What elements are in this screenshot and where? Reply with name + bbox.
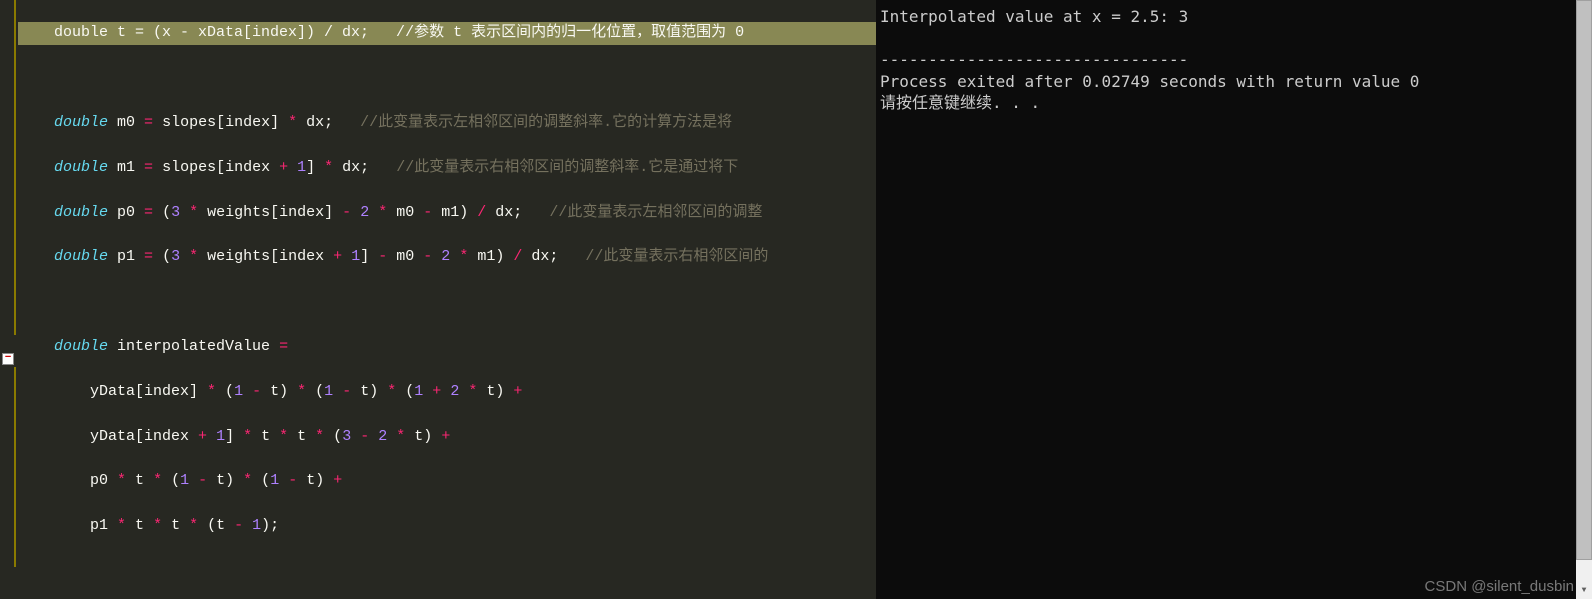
code-line: yData[index] * (1 - t) * (1 - t) * (1 + …	[18, 381, 876, 403]
code-line: p1 * t * t * (t - 1);	[18, 515, 876, 537]
code-line: double m0 = slopes[index] * dx; //此变量表示左…	[18, 112, 876, 134]
terminal-output-pane[interactable]: Interpolated value at x = 2.5: 3 -------…	[876, 0, 1576, 599]
bracket-guide	[14, 367, 16, 567]
code-editor-pane[interactable]: − double t = (x - xData[index]) / dx; //…	[0, 0, 876, 599]
code-line: p0 * t * (1 - t) * (1 - t) +	[18, 470, 876, 492]
scroll-thumb[interactable]	[1576, 0, 1592, 560]
code-line: double p1 = (3 * weights[index + 1] - m0…	[18, 246, 876, 268]
code-area[interactable]: double t = (x - xData[index]) / dx; //参数…	[18, 0, 876, 599]
watermark-text: CSDN @silent_dusbin	[1425, 578, 1574, 595]
code-line: yData[index + 1] * t * t * (3 - 2 * t) +	[18, 426, 876, 448]
vertical-scrollbar[interactable]: ▲ ▼	[1576, 0, 1592, 599]
highlighted-line: double t = (x - xData[index]) / dx; //参数…	[18, 22, 876, 44]
code-line	[18, 67, 876, 89]
code-line: double m1 = slopes[index + 1] * dx; //此变…	[18, 157, 876, 179]
scroll-down-icon[interactable]: ▼	[1576, 583, 1592, 599]
code-line: double interpolatedValue =	[18, 336, 876, 358]
code-line: double p0 = (3 * weights[index] - 2 * m0…	[18, 202, 876, 224]
fold-toggle-icon[interactable]: −	[2, 353, 14, 365]
code-line	[18, 291, 876, 313]
bracket-guide	[14, 0, 16, 335]
code-line	[18, 560, 876, 582]
editor-gutter: −	[0, 0, 18, 599]
